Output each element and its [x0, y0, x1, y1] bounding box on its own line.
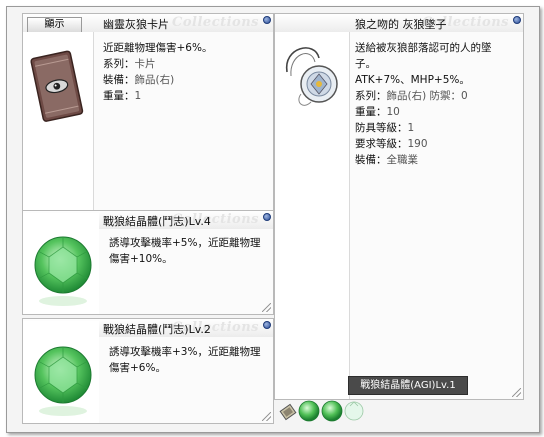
prop-label: 系列：	[355, 90, 387, 102]
close-button[interactable]	[513, 16, 521, 24]
prop-label: 裝備：	[355, 154, 387, 166]
card-image-panel	[23, 32, 94, 212]
crystal-desc-line: 傷害+10%。	[109, 253, 173, 265]
card-window-title: 幽靈灰狼卡片	[103, 18, 169, 31]
pendant-prop-row: 裝備：全職業	[355, 152, 492, 168]
pendant-prop-row: 重量：10	[355, 104, 492, 120]
crystal-image-panel	[23, 321, 99, 423]
pendant-desc-line: 子。	[355, 58, 376, 70]
prop-value: 1	[134, 90, 142, 102]
card-effect: 近距離物理傷害+6%。	[103, 42, 213, 54]
crystal-description: 誘導攻擊機率+3%，近距離物理 傷害+6%。	[109, 344, 260, 376]
card-prop-row: 裝備：飾品(右)	[103, 72, 212, 88]
card-illustration	[30, 50, 84, 122]
close-button[interactable]	[263, 321, 271, 329]
prop-label: 重量：	[103, 90, 135, 102]
close-button[interactable]	[263, 213, 271, 221]
crystal-image-panel	[23, 213, 99, 314]
crystal-lv4-window: Collections 戰狼結晶體(鬥志)Lv.4 誘導攻擊機率+5%，近距離物…	[22, 210, 274, 315]
green-gem-slot-icon[interactable]	[321, 400, 343, 422]
pendant-illustration	[286, 47, 338, 106]
crystal-description: 誘導攻擊機率+5%，近距離物理 傷害+10%。	[109, 235, 260, 267]
prop-label: 要求等級：	[355, 138, 408, 150]
prop-value: 1	[407, 122, 415, 134]
prop-label: 裝備：	[103, 74, 135, 86]
item-tooltip: 戰狼結晶體(AGI)Lv.1	[348, 376, 468, 395]
card-info-window: Collections 顯示 幽靈灰狼卡片 近距離物理傷害+6%。 系列：卡片 …	[22, 13, 274, 213]
pendant-prop-row: 防具等級：1	[355, 120, 492, 136]
prop-value: 卡片	[134, 58, 156, 70]
crystal-desc-line: 誘導攻擊機率+3%，近距離物理	[109, 346, 261, 358]
close-button[interactable]	[263, 16, 271, 24]
pendant-prop-row: 系列：飾品(右) 防禦：0	[355, 88, 492, 104]
pendant-prop-row: 要求等級：190	[355, 136, 492, 152]
resize-handle[interactable]	[512, 388, 521, 397]
pendant-stats: ATK+7%、MHP+5%。	[355, 74, 470, 86]
show-button[interactable]: 顯示	[27, 17, 82, 33]
prop-value: 10	[386, 106, 400, 118]
green-gem-slot-icon[interactable]	[298, 400, 320, 422]
card-slot-icon[interactable]	[278, 402, 298, 422]
card-description: 近距離物理傷害+6%。 系列：卡片 裝備：飾品(右) 重量：1	[103, 40, 212, 104]
resize-handle[interactable]	[262, 303, 271, 312]
pendant-info-window: Collections 狼之吻的 灰狼墜子 送給被灰狼部落認可的人的墜 子。 A…	[274, 13, 524, 400]
green-gem-icon	[34, 346, 92, 416]
crystal-lv2-window: Collections 戰狼結晶體(鬥志)Lv.2 誘導攻擊機率+3%，近距離物…	[22, 318, 274, 424]
card-prop-row: 重量：1	[103, 88, 212, 104]
pendant-image-panel	[275, 32, 350, 399]
pendant-window-title: 狼之吻的 灰狼墜子	[355, 18, 447, 31]
pale-gem-slot-icon[interactable]	[344, 400, 364, 422]
pendant-description: 送給被灰狼部落認可的人的墜 子。 ATK+7%、MHP+5%。 系列：飾品(右)…	[355, 40, 492, 168]
pendant-desc-line: 送給被灰狼部落認可的人的墜	[355, 42, 492, 54]
prop-value: 飾品(右) 防禦：0	[386, 90, 468, 102]
watermark: Collections	[172, 15, 259, 30]
green-gem-icon	[34, 236, 92, 306]
crystal-desc-line: 誘導攻擊機率+5%，近距離物理	[109, 237, 261, 249]
prop-label: 系列：	[103, 58, 135, 70]
crystal-window-title: 戰狼結晶體(鬥志)Lv.4	[103, 215, 211, 228]
prop-label: 防具等級：	[355, 122, 408, 134]
crystal-window-title: 戰狼結晶體(鬥志)Lv.2	[103, 323, 211, 336]
prop-value: 190	[407, 138, 428, 150]
resize-handle[interactable]	[262, 412, 271, 421]
crystal-desc-line: 傷害+6%。	[109, 362, 166, 374]
prop-label: 重量：	[355, 106, 387, 118]
prop-value: 全職業	[386, 154, 419, 166]
prop-value: 飾品(右)	[134, 74, 175, 86]
card-prop-row: 系列：卡片	[103, 56, 212, 72]
